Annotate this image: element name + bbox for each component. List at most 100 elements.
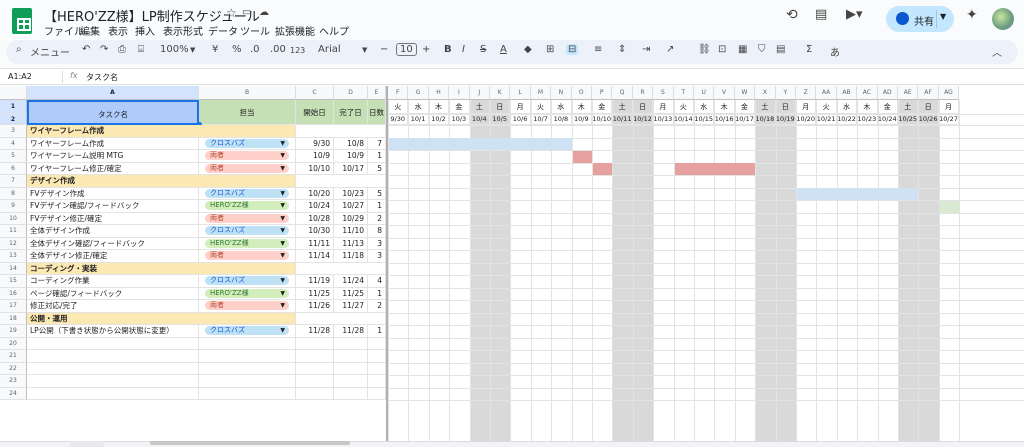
section-header[interactable]: ワイヤーフレーム作成 [27,125,296,138]
date-cell[interactable]: 10/9 [571,114,592,125]
date-cell[interactable]: 10/6 [510,114,531,125]
meet-icon[interactable]: ▶▾ [846,7,863,22]
date-cell[interactable]: 10/2 [428,114,450,125]
task-name-cell[interactable]: 全体デザイン作成 [27,225,199,238]
column-header[interactable]: J [469,86,490,100]
end-date-cell[interactable]: 10/27 [334,200,368,213]
column-header[interactable]: M [530,86,552,100]
font-size-increase-icon[interactable]: + [422,44,430,55]
days-cell[interactable]: 2 [368,300,386,313]
menu-item[interactable]: データ [208,23,238,38]
date-cell[interactable]: 10/24 [877,114,898,125]
days-cell[interactable]: 1 [368,150,386,163]
number-format-button[interactable]: 123 [290,46,305,55]
column-header[interactable]: AE [898,86,919,100]
filter-icon[interactable]: ⛉ [758,44,766,55]
days-cell[interactable]: 3 [368,250,386,263]
weekday-cell[interactable]: 水 [694,100,715,114]
date-cell[interactable]: 10/21 [816,114,837,125]
days-cell[interactable]: 4 [368,275,386,288]
days-cell[interactable]: 1 [368,325,386,338]
end-date-cell[interactable]: 11/18 [334,250,368,263]
owner-dropdown-chip[interactable]: 両者 ▼ [205,163,289,173]
insert-link-icon[interactable]: ⛓ [698,44,711,55]
header-days[interactable]: 日数 [368,100,386,125]
menu-search-input[interactable]: メニュー [30,44,70,59]
column-header[interactable]: Q [612,86,633,100]
owner-cell[interactable]: 両者 ▼ [199,150,296,163]
weekday-cell[interactable]: 金 [877,100,898,114]
undo-icon[interactable]: ↶ [82,44,90,55]
owner-dropdown-chip[interactable]: クロスバズ ▼ [205,188,289,198]
weekday-cell[interactable]: 月 [653,100,674,114]
formula-input[interactable]: タスク名 [86,72,118,83]
functions-button[interactable]: Σ [806,44,812,55]
owner-dropdown-chip[interactable]: HERO'ZZ様 ▼ [205,201,289,210]
column-header[interactable]: Z [796,86,817,100]
days-cell[interactable]: 7 [368,137,386,150]
row-header[interactable]: 3 [0,125,27,138]
column-header[interactable]: C [296,86,334,100]
paint-format-icon[interactable]: ⌸ [138,44,144,55]
gantt-bar[interactable] [572,150,592,163]
start-date-cell[interactable]: 11/11 [296,237,334,250]
gemini-icon[interactable]: ✦ [966,7,978,23]
start-date-cell[interactable]: 11/14 [296,250,334,263]
days-cell[interactable]: 3 [368,237,386,250]
task-name-cell[interactable]: コーディング作業 [27,275,199,288]
task-name-cell[interactable]: 修正対応/完了 [27,300,199,313]
text-wrap-icon[interactable]: ⇥ [642,44,650,55]
row-header[interactable]: 22 [0,362,27,375]
end-date-cell[interactable]: 11/27 [334,300,368,313]
date-cell[interactable]: 10/25 [898,114,919,125]
empty-cell[interactable] [296,262,386,275]
gantt-bar[interactable] [389,138,572,150]
column-header[interactable]: D [334,86,368,100]
weekday-cell[interactable]: 水 [408,100,429,114]
owner-cell[interactable]: 両者 ▼ [199,212,296,225]
select-all-corner[interactable] [0,86,27,100]
weekday-cell[interactable]: 金 [592,100,613,114]
start-date-cell[interactable]: 10/20 [296,187,334,200]
chevron-down-icon[interactable]: ▼ [280,239,285,248]
insert-chart-icon[interactable]: ▦ [738,44,747,55]
row-header[interactable]: 10 [0,212,27,225]
gantt-bar[interactable] [674,163,756,175]
comments-icon[interactable]: ▤ [815,7,827,22]
gantt-bar[interactable] [593,163,613,175]
date-cell[interactable]: 10/3 [449,114,470,125]
start-date-cell[interactable]: 9/30 [296,137,334,150]
end-date-cell[interactable]: 11/25 [334,287,368,300]
row-header[interactable]: 21 [0,350,27,363]
redo-icon[interactable]: ↷ [100,44,108,55]
owner-dropdown-chip[interactable]: 両者 ▼ [205,213,289,223]
days-cell[interactable]: 5 [368,187,386,200]
search-icon[interactable]: ⌕ [16,44,22,55]
owner-cell[interactable]: HERO'ZZ様 ▼ [199,200,296,213]
weekday-cell[interactable]: 火 [530,100,552,114]
fill-color-icon[interactable]: ◆ [524,44,532,55]
align-vertical-icon[interactable]: ⇕ [618,44,626,55]
share-button[interactable]: 共有 ▼ [886,6,954,32]
owner-dropdown-chip[interactable]: HERO'ZZ様 ▼ [205,288,289,298]
owner-cell[interactable]: 両者 ▼ [199,300,296,313]
owner-dropdown-chip[interactable]: 両者 ▼ [205,251,289,260]
owner-dropdown-chip[interactable]: 両者 ▼ [205,151,289,160]
gantt-bar[interactable] [797,188,919,200]
chevron-down-icon[interactable]: ▼ [280,226,285,235]
menu-item[interactable]: 拡張機能 [275,23,315,38]
date-cell[interactable]: 10/1 [408,114,429,125]
empty-cell[interactable] [296,312,386,325]
italic-button[interactable]: I [462,44,465,55]
filter-views-icon[interactable]: ▤ [776,44,785,55]
row-header[interactable]: 13 [0,250,27,263]
end-date-cell[interactable]: 11/13 [334,237,368,250]
row-header[interactable]: 1 [0,100,27,114]
column-header[interactable]: AD [877,86,898,100]
weekday-cell[interactable]: 月 [938,100,960,114]
owner-cell[interactable]: HERO'ZZ様 ▼ [199,287,296,300]
bold-button[interactable]: B [444,44,452,55]
column-header[interactable]: I [449,86,470,100]
start-date-cell[interactable]: 10/30 [296,225,334,238]
owner-cell[interactable]: クロスバズ ▼ [199,187,296,200]
